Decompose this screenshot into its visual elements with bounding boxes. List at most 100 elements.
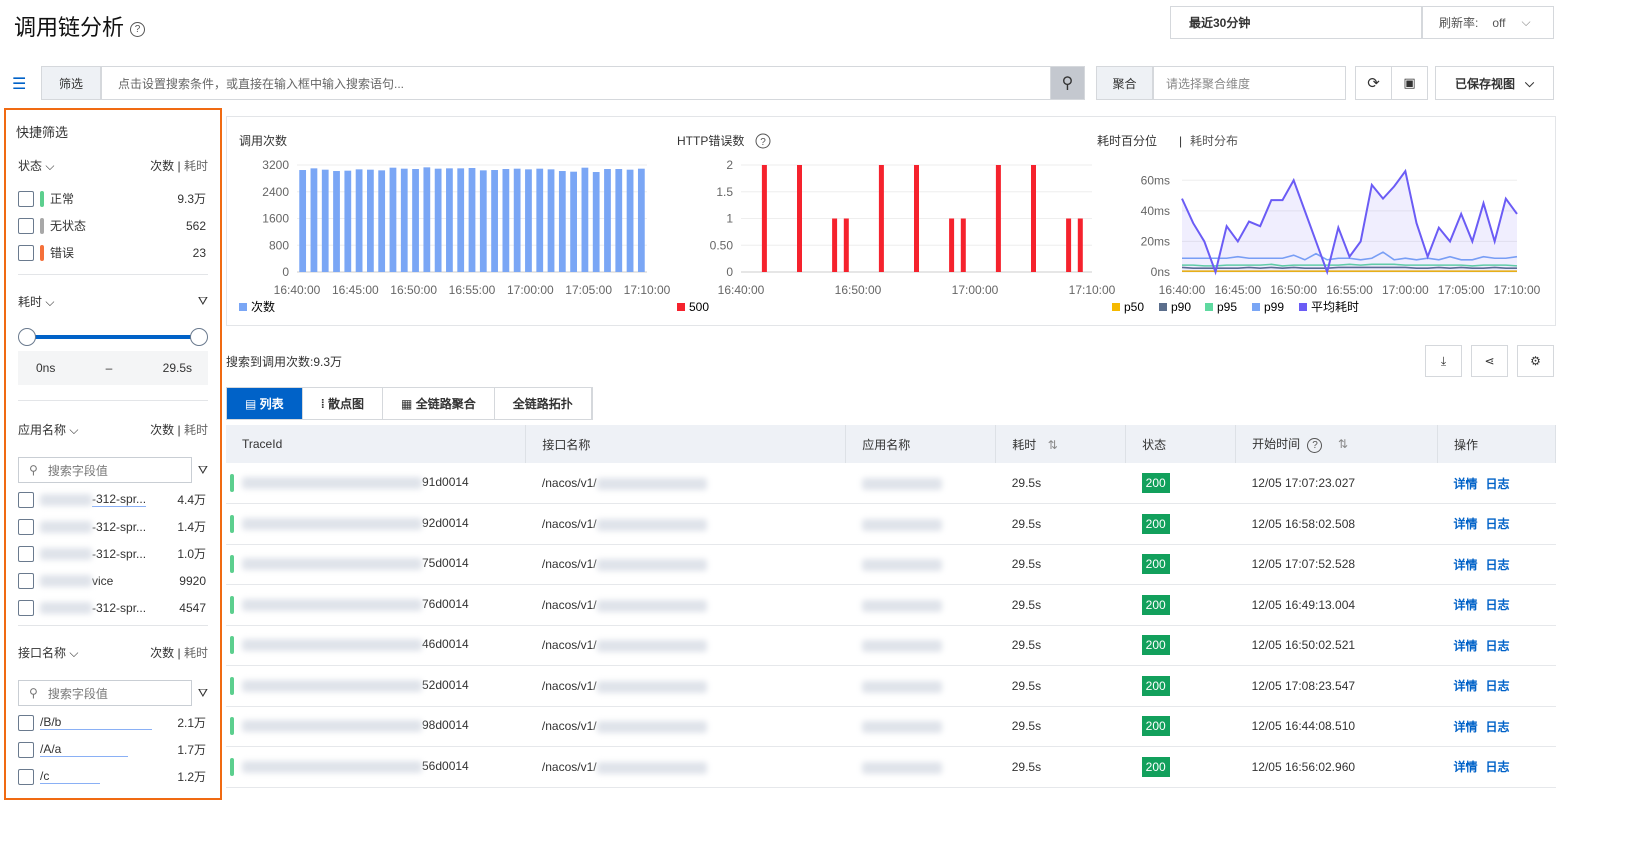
app-search-input[interactable]: ⚲ 搜索字段值 — [18, 457, 192, 483]
app-filter-item[interactable]: -312-spr... 1.4万 — [6, 513, 220, 540]
slider-handle-min[interactable] — [18, 328, 36, 346]
search-input[interactable]: 点击设置搜索条件，或直接在输入框中输入搜索语句... — [101, 66, 1051, 100]
search-icon[interactable]: ⚲ — [1050, 66, 1085, 100]
save-icon[interactable]: ▣ — [1391, 66, 1428, 100]
app-filter-item[interactable]: -312-spr... 4.4万 — [6, 486, 220, 513]
question-circle-icon[interactable]: ? — [130, 21, 146, 37]
tab-aggregation[interactable]: ▦ 全链路聚合 — [383, 388, 495, 419]
clear-filter-icon[interactable]: ⛛ — [198, 294, 208, 309]
table-row[interactable]: 52d0014 /nacos/v1/ 29.5s 200 12/05 17:08… — [226, 665, 1556, 707]
sort-by-time[interactable]: 耗时 — [184, 159, 208, 173]
y-tick-label: 0ns — [1151, 265, 1170, 279]
sort-by-time[interactable]: 耗时 — [184, 423, 208, 437]
collapse-sidebar-icon[interactable]: ☰ — [12, 74, 26, 94]
logs-link[interactable]: 日志 — [1486, 760, 1510, 774]
checkbox[interactable] — [18, 217, 34, 234]
logs-link[interactable]: 日志 — [1486, 679, 1510, 693]
checkbox[interactable] — [18, 491, 34, 508]
trace-id[interactable]: 92d0014 — [422, 516, 469, 530]
duration-slider[interactable] — [18, 327, 208, 347]
details-link[interactable]: 详情 — [1454, 477, 1478, 491]
checkbox[interactable] — [18, 545, 34, 562]
details-link[interactable]: 详情 — [1454, 720, 1478, 734]
filter-button[interactable]: 筛选 — [41, 66, 101, 100]
app-filter-item[interactable]: -312-spr... 1.0万 — [6, 540, 220, 567]
tab-scatter[interactable]: ⁞ 散点图 — [303, 388, 384, 419]
download-icon[interactable]: ⤓ — [1425, 345, 1462, 377]
table-row[interactable]: 46d0014 /nacos/v1/ 29.5s 200 12/05 16:50… — [226, 625, 1556, 666]
table-row[interactable]: 75d0014 /nacos/v1/ 29.5s 200 12/05 17:07… — [226, 544, 1556, 585]
checkbox[interactable] — [18, 518, 34, 535]
table-row[interactable]: 92d0014 /nacos/v1/ 29.5s 200 12/05 16:58… — [226, 503, 1556, 545]
api-filter-item[interactable]: /c 1.2万 — [6, 763, 220, 790]
details-link[interactable]: 详情 — [1454, 598, 1478, 612]
redacted-text — [242, 598, 422, 611]
bar — [446, 168, 453, 272]
trace-id[interactable]: 76d0014 — [422, 597, 469, 611]
slider-handle-max[interactable] — [190, 328, 208, 346]
time-range-picker[interactable]: 最近30分钟 — [1170, 6, 1422, 39]
checkbox[interactable] — [18, 572, 34, 589]
checkbox[interactable] — [18, 768, 34, 785]
details-link[interactable]: 详情 — [1454, 517, 1478, 531]
trace-id[interactable]: 52d0014 — [422, 678, 469, 692]
sort-icon[interactable]: ⇅ — [1048, 438, 1058, 452]
table-row[interactable]: 98d0014 /nacos/v1/ 29.5s 200 12/05 16:44… — [226, 706, 1556, 747]
checkbox[interactable] — [18, 599, 34, 616]
clear-filter-icon[interactable]: ⛛ — [198, 686, 208, 701]
trace-id[interactable]: 75d0014 — [422, 556, 469, 570]
tab-list[interactable]: ▤ 列表 — [227, 388, 303, 419]
logs-link[interactable]: 日志 — [1486, 639, 1510, 653]
status-filter-item[interactable]: 错误 23 — [6, 239, 220, 266]
share-icon[interactable]: ⋖ — [1471, 345, 1508, 377]
status-filter-item[interactable]: 无状态 562 — [6, 212, 220, 239]
logs-link[interactable]: 日志 — [1486, 477, 1510, 491]
app-filter-item[interactable]: -312-spr... 4547 — [6, 594, 220, 621]
logs-link[interactable]: 日志 — [1486, 720, 1510, 734]
sort-by-count[interactable]: 次数 — [150, 159, 174, 173]
logs-link[interactable]: 日志 — [1486, 517, 1510, 531]
question-circle-icon[interactable]: ? — [1307, 437, 1323, 453]
tab-topology[interactable]: 全链路拓扑 — [495, 388, 592, 419]
api-filter-item[interactable]: /A/a 1.7万 — [6, 736, 220, 763]
details-link[interactable]: 详情 — [1454, 639, 1478, 653]
checkbox[interactable] — [18, 741, 34, 758]
saved-views-dropdown[interactable]: 已保存视图 ⌵ — [1435, 66, 1554, 100]
api-filter-item[interactable]: /B/b 2.1万 — [6, 709, 220, 736]
status-filter-item[interactable]: 正常 9.3万 — [6, 185, 220, 212]
trace-id[interactable]: 56d0014 — [422, 759, 469, 773]
checkbox[interactable] — [18, 244, 34, 261]
trace-id[interactable]: 46d0014 — [422, 637, 469, 651]
api-search-input[interactable]: ⚲ 搜索字段值 — [18, 680, 192, 706]
status-color-bar — [40, 190, 44, 207]
trace-id[interactable]: 98d0014 — [422, 718, 469, 732]
aggregate-select[interactable]: 请选择聚合维度 — [1153, 66, 1346, 100]
sort-icon[interactable]: ⇅ — [1338, 437, 1348, 451]
settings-gear-icon[interactable]: ⚙ — [1517, 345, 1554, 377]
redacted-text — [596, 477, 707, 490]
logs-link[interactable]: 日志 — [1486, 598, 1510, 612]
details-link[interactable]: 详情 — [1454, 558, 1478, 572]
app-toggle[interactable]: 应用名称 ⌵ — [18, 421, 78, 438]
table-row[interactable]: 56d0014 /nacos/v1/ 29.5s 200 12/05 16:56… — [226, 746, 1556, 788]
sort-by-count[interactable]: 次数 — [150, 423, 174, 437]
refresh-rate-select[interactable]: 刷新率: off ⌵ — [1422, 6, 1554, 39]
sort-by-time[interactable]: 耗时 — [184, 646, 208, 660]
checkbox[interactable] — [18, 190, 34, 207]
api-toggle[interactable]: 接口名称 ⌵ — [18, 644, 78, 661]
clear-filter-icon[interactable]: ⛛ — [198, 463, 208, 478]
app-filter-item[interactable]: vice 9920 — [6, 567, 220, 594]
table-row[interactable]: 91d0014 /nacos/v1/ 29.5s 200 12/05 17:07… — [226, 463, 1556, 504]
details-link[interactable]: 详情 — [1454, 679, 1478, 693]
table-row[interactable]: 76d0014 /nacos/v1/ 29.5s 200 12/05 16:49… — [226, 584, 1556, 626]
details-link[interactable]: 详情 — [1454, 760, 1478, 774]
duration-toggle[interactable]: 耗时 ⌵ — [18, 293, 54, 310]
column-header[interactable]: 耗时 ⇅ — [995, 425, 1127, 463]
column-header[interactable]: 开始时间 ? ⇅ — [1235, 425, 1439, 463]
refresh-icon[interactable]: ⟳ — [1355, 66, 1392, 100]
checkbox[interactable] — [18, 714, 34, 731]
logs-link[interactable]: 日志 — [1486, 558, 1510, 572]
trace-id[interactable]: 91d0014 — [422, 475, 469, 489]
sort-by-count[interactable]: 次数 — [150, 646, 174, 660]
status-toggle[interactable]: 状态 ⌵ — [18, 157, 54, 174]
